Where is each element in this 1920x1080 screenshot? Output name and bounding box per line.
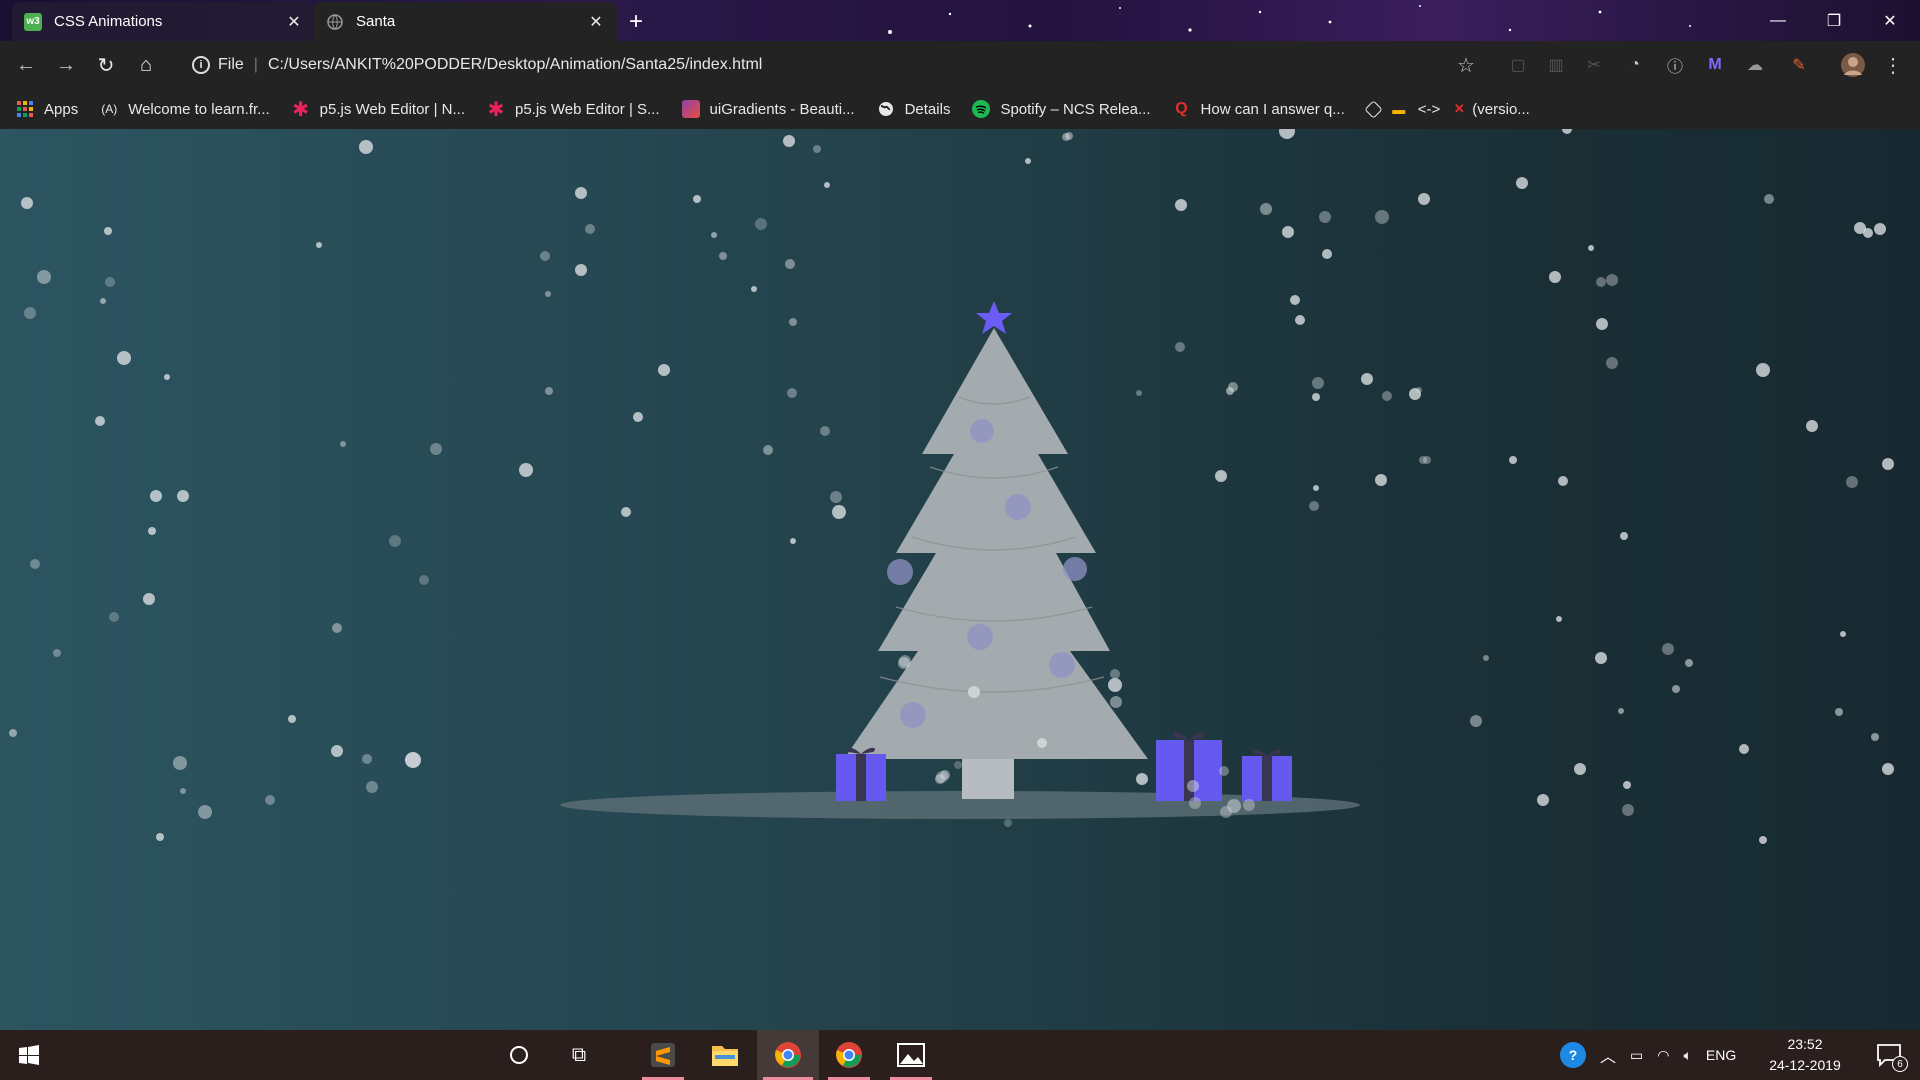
extension-m-icon[interactable]: M xyxy=(1702,52,1728,78)
apps-grid-icon xyxy=(16,100,34,118)
bookmark-details[interactable]: Details xyxy=(877,100,951,118)
minimize-button[interactable]: — xyxy=(1750,0,1806,41)
cortana-icon[interactable] xyxy=(492,1030,546,1080)
bookmark-apps[interactable]: Apps xyxy=(16,100,78,118)
gift-right xyxy=(1242,749,1292,801)
menu-kebab-icon[interactable]: ⋮ xyxy=(1880,52,1906,78)
globe-icon xyxy=(326,13,344,31)
tree-trunk xyxy=(962,759,1014,799)
home-button[interactable]: ⌂ xyxy=(126,45,166,85)
bookmark-label: p5.js Web Editor | N... xyxy=(319,100,465,118)
bookmark-p5js-1[interactable]: ✱ p5.js Web Editor | N... xyxy=(292,98,465,121)
notifications-icon[interactable]: 6 xyxy=(1864,1030,1914,1080)
bookmark-label: How can I answer q... xyxy=(1200,100,1345,118)
bookmark-codepen[interactable] xyxy=(1364,99,1383,119)
help-icon[interactable]: ? xyxy=(1560,1042,1586,1068)
extension-icon[interactable]: ▥ xyxy=(1543,52,1569,78)
bookmarks-bar: Apps (A) Welcome to learn.fr... ✱ p5.js … xyxy=(0,89,1920,129)
restore-button[interactable]: ❐ xyxy=(1806,0,1862,41)
forward-button[interactable]: → xyxy=(46,45,86,85)
address-separator: | xyxy=(253,56,258,73)
speedometer-icon[interactable]: ◔ xyxy=(1622,52,1648,78)
globe-icon xyxy=(877,100,895,118)
address-bar[interactable]: i File | C:/Users/ANKIT%20PODDER/Desktop… xyxy=(180,46,1480,84)
bookmark-label: uiGradients - Beauti... xyxy=(709,100,855,118)
gift-middle xyxy=(1156,732,1222,801)
chrome-icon[interactable] xyxy=(822,1030,876,1080)
system-tray: ? ︿ ▭ ◠ 🔈︎ ENG xyxy=(1560,1030,1736,1080)
bookmark-uigradients[interactable]: uiGradients - Beauti... xyxy=(681,100,855,118)
close-tab-icon[interactable]: ✕ xyxy=(285,13,303,31)
tab-css-animations[interactable]: w3 CSS Animations ✕ xyxy=(12,2,315,41)
bookmark-emoji[interactable]: ▬ <-> xyxy=(1390,100,1441,118)
chrome-icon[interactable] xyxy=(757,1030,819,1080)
site-info-icon[interactable]: i xyxy=(192,56,210,74)
clock-date: 24-12-2019 xyxy=(1769,1057,1841,1073)
protocol-label: File xyxy=(218,56,244,73)
extension-icon[interactable]: ✂ xyxy=(1581,52,1607,78)
bookmark-label: Spotify – NCS Relea... xyxy=(1000,100,1151,118)
volume-icon[interactable]: 🔈︎ xyxy=(1683,1047,1691,1064)
p5js-icon: ✱ xyxy=(292,98,310,121)
bookmark-label: Welcome to learn.fr... xyxy=(128,100,270,118)
info-extension-icon[interactable]: ⓘ xyxy=(1662,52,1688,78)
bookmark-label: (versio... xyxy=(1472,100,1530,118)
bookmark-label: p5.js Web Editor | S... xyxy=(515,100,660,118)
bookmark-label: <-> xyxy=(1417,100,1441,118)
bookmark-freecodecamp[interactable]: (A) Welcome to learn.fr... xyxy=(100,100,269,118)
x-icon: ✕ xyxy=(1453,101,1465,116)
bookmark-quora[interactable]: Q How can I answer q... xyxy=(1173,100,1345,118)
tab-bar: w3 CSS Animations ✕ Santa ✕ + — ❐ ✕ xyxy=(0,0,1920,41)
wifi-icon[interactable]: ◠ xyxy=(1657,1047,1669,1064)
notifications-count: 6 xyxy=(1892,1056,1908,1072)
emoji-icon: ▬ xyxy=(1392,101,1406,117)
tab-santa[interactable]: Santa ✕ xyxy=(314,2,617,41)
battery-icon[interactable]: ▭ xyxy=(1630,1047,1643,1064)
extension-icon[interactable]: ▢ xyxy=(1505,52,1531,78)
sublime-text-icon[interactable] xyxy=(636,1030,690,1080)
bookmark-label: Apps xyxy=(44,100,79,118)
file-explorer-icon[interactable] xyxy=(698,1030,752,1080)
bookmark-label: Details xyxy=(904,100,951,118)
w3schools-icon: w3 xyxy=(24,12,42,31)
quora-icon: Q xyxy=(1175,100,1188,117)
task-view-icon[interactable]: ⧉ xyxy=(552,1030,606,1080)
bookmark-version[interactable]: ✕ (versio... xyxy=(1450,100,1530,118)
freecodecamp-icon: (A) xyxy=(101,102,118,116)
spotify-icon xyxy=(972,100,991,118)
url-text: C:/Users/ANKIT%20PODDER/Desktop/Animatio… xyxy=(267,56,763,73)
close-tab-icon[interactable]: ✕ xyxy=(587,13,605,31)
reload-button[interactable]: ↻ xyxy=(86,45,126,85)
photos-icon[interactable] xyxy=(884,1030,938,1080)
back-button[interactable]: ← xyxy=(6,45,46,85)
codepen-icon xyxy=(1364,99,1383,119)
extension-dropper-icon[interactable]: ✎ xyxy=(1786,52,1812,78)
tab-title: Santa xyxy=(356,13,396,30)
bookmark-spotify[interactable]: Spotify – NCS Relea... xyxy=(972,100,1151,118)
taskbar: ⧉ ? ︿ ▭ ◠ 🔈︎ ENG 23:52 24-12-2019 6 xyxy=(0,1030,1920,1080)
christmas-tree xyxy=(844,301,1148,799)
clock[interactable]: 23:52 24-12-2019 xyxy=(1760,1034,1850,1076)
close-window-button[interactable]: ✕ xyxy=(1862,0,1918,41)
bookmark-star-icon[interactable]: ☆ xyxy=(1453,52,1479,78)
uigradients-icon xyxy=(681,100,700,118)
tab-title: CSS Animations xyxy=(54,13,163,30)
gift-left xyxy=(836,747,886,801)
clock-time: 23:52 xyxy=(1787,1036,1823,1052)
chevron-up-icon[interactable]: ︿ xyxy=(1600,1043,1616,1067)
p5js-icon: ✱ xyxy=(487,98,505,121)
extension-cloud-icon[interactable]: ☁ xyxy=(1742,52,1768,78)
windows-start-icon[interactable] xyxy=(2,1030,56,1080)
profile-avatar[interactable] xyxy=(1840,52,1866,78)
language-indicator[interactable]: ENG xyxy=(1706,1047,1736,1063)
christmas-scene xyxy=(9,129,1894,844)
new-tab-button[interactable]: + xyxy=(622,8,650,36)
bookmark-p5js-2[interactable]: ✱ p5.js Web Editor | S... xyxy=(487,98,660,121)
page-viewport xyxy=(0,129,1920,1030)
